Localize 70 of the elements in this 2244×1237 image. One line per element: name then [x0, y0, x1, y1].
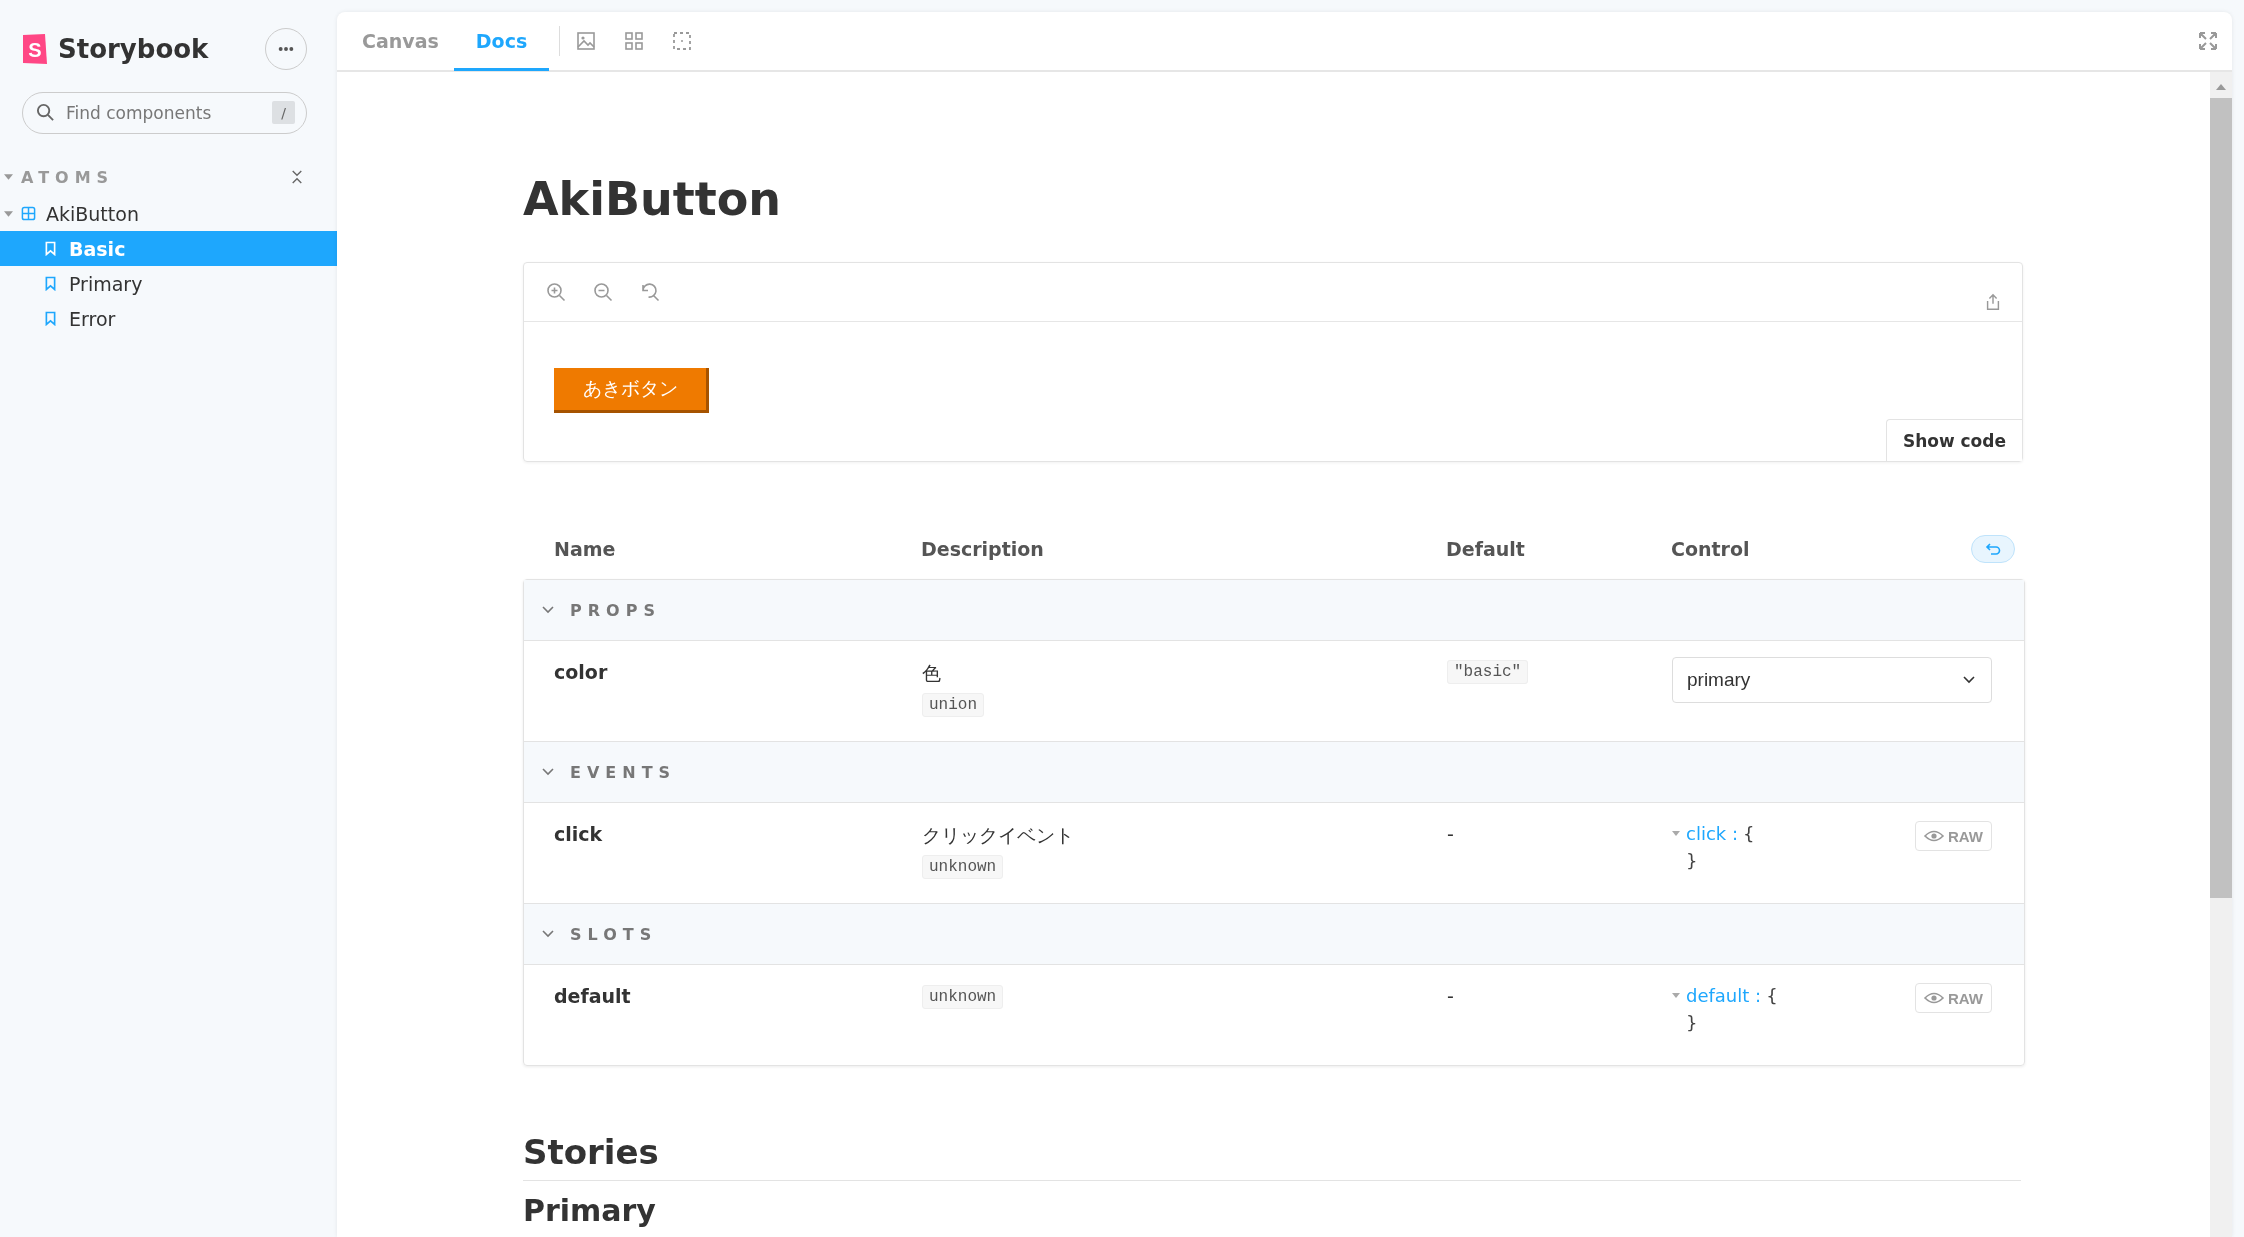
share-icon[interactable]	[1984, 293, 2002, 311]
grid-icon	[21, 206, 36, 221]
reset-zoom-icon[interactable]	[640, 282, 660, 302]
object-key[interactable]: click :	[1686, 823, 1738, 844]
collapse-icon[interactable]	[291, 170, 303, 184]
column-header: Description	[921, 538, 1045, 560]
eye-icon	[1924, 992, 1944, 1004]
brace: {	[1743, 823, 1755, 844]
group-label[interactable]: ATOMS	[21, 167, 291, 187]
brand-title: Storybook	[58, 34, 210, 64]
column-header: Control	[1671, 538, 1751, 560]
story-item[interactable]: Primary	[0, 266, 337, 301]
type-tag: unknown	[922, 985, 1004, 1009]
section-title[interactable]: SLOTS	[570, 924, 658, 944]
arg-name: color	[554, 661, 608, 683]
type-tag: union	[922, 693, 984, 717]
default-value: -	[1447, 823, 1454, 845]
outline-icon[interactable]	[672, 31, 693, 51]
chevron-icon[interactable]	[542, 930, 554, 938]
demo-button[interactable]: あきボタン	[554, 368, 709, 413]
ellipsis-icon	[278, 46, 294, 52]
section-title[interactable]: PROPS	[570, 600, 661, 620]
more-menu-button[interactable]	[265, 28, 307, 70]
arg-description: 色	[922, 661, 941, 686]
caret-icon[interactable]	[1672, 993, 1680, 998]
story-title: Primary	[523, 1193, 657, 1228]
scrollbar[interactable]	[2210, 72, 2232, 1237]
bookmark-icon	[45, 311, 56, 326]
story-item[interactable]: Basic	[0, 231, 337, 266]
search-icon	[36, 103, 55, 122]
page-title: AkiButton	[523, 172, 783, 226]
chevron-down-icon	[1963, 676, 1975, 684]
shortcut-key: /	[272, 101, 295, 124]
tab[interactable]: Docs	[453, 13, 550, 71]
component-item[interactable]: AkiButton	[0, 196, 337, 231]
zoom-out-icon[interactable]	[593, 282, 613, 302]
default-value: "basic"	[1447, 660, 1529, 684]
brace: {	[1766, 985, 1778, 1006]
caret-icon[interactable]	[1672, 831, 1680, 836]
story-item[interactable]: Error	[0, 301, 337, 336]
raw-button[interactable]: RAW	[1915, 983, 1992, 1013]
image-icon[interactable]	[576, 31, 597, 51]
zoom-in-icon[interactable]	[546, 282, 566, 302]
chevron-icon[interactable]	[542, 606, 554, 614]
show-code-button[interactable]: Show code	[1885, 419, 2022, 461]
type-tag: unknown	[922, 855, 1004, 879]
bookmark-icon	[45, 276, 56, 291]
brace: }	[1686, 1012, 1699, 1033]
object-key[interactable]: default :	[1686, 985, 1762, 1006]
chevron-icon[interactable]	[542, 768, 554, 776]
eye-icon	[1924, 830, 1944, 842]
section-heading: Stories	[523, 1132, 2021, 1181]
arg-name: default	[554, 985, 631, 1007]
select-field[interactable]: primary	[1672, 657, 1992, 703]
raw-button[interactable]: RAW	[1915, 821, 1992, 851]
reset-button[interactable]	[1971, 535, 2015, 563]
default-value: -	[1447, 985, 1454, 1007]
undo-icon	[1985, 543, 2001, 555]
arg-name: click	[554, 823, 603, 845]
column-header: Name	[553, 538, 617, 560]
column-header: Default	[1446, 538, 1526, 560]
storybook-logo-icon: S	[22, 33, 48, 65]
scroll-up-icon[interactable]	[2216, 84, 2226, 90]
arg-description: クリックイベント	[922, 823, 1074, 848]
grid-icon[interactable]	[624, 31, 645, 51]
bookmark-icon	[45, 241, 56, 256]
section-title[interactable]: EVENTS	[570, 762, 677, 782]
fullscreen-icon[interactable]	[2198, 31, 2218, 51]
tab[interactable]: Canvas	[347, 13, 454, 71]
brace: }	[1686, 850, 1699, 871]
